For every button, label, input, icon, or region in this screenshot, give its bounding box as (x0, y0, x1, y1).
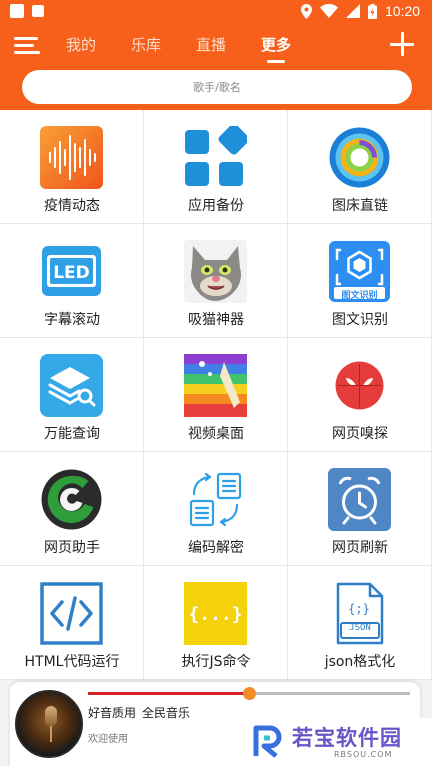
grid-item-web-refresh[interactable]: 网页刷新 (288, 452, 432, 566)
grid-item-label: 应用备份 (188, 198, 244, 214)
progress-fill (88, 692, 249, 695)
json-badge-text: JSON (349, 623, 371, 633)
progress-knob[interactable] (243, 687, 256, 700)
spider-icon (335, 361, 384, 410)
microphone-icon (45, 706, 57, 726)
watermark-text: 若宝软件园 (292, 726, 402, 750)
grid-item-label: 吸猫神器 (188, 312, 244, 328)
watermark-logo-icon (253, 725, 282, 758)
grid-item-label: HTML代码运行 (24, 654, 120, 670)
tab-library[interactable]: 乐库 (131, 34, 161, 55)
alarm-clock-icon (328, 468, 391, 531)
tab-mine[interactable]: 我的 (66, 34, 96, 55)
grid-item-label: 疫情动态 (44, 198, 100, 214)
grid-item-subtitle-scroll[interactable]: LED 字幕滚动 (0, 224, 144, 338)
code-brackets-icon (40, 582, 103, 645)
svg-text:{...}: {...} (188, 604, 242, 625)
grid-item-label: 字幕滚动 (44, 312, 100, 328)
grid-item-label: 图床直链 (332, 198, 388, 214)
grid-item-label: 图文识别 (332, 312, 388, 328)
grid-item-web-assistant[interactable]: 网页助手 (0, 452, 144, 566)
location-icon (300, 3, 312, 19)
json-file-icon: {;} (336, 582, 384, 645)
tools-grid: 疫情动态 应用备份 图床直链 LED 字幕滚动 吸猫神器 图文识别 图文识别 万… (0, 110, 432, 680)
grid-item-universal-query[interactable]: 万能查询 (0, 338, 144, 452)
grid-item-label: 执行JS命令 (181, 654, 251, 670)
swirl-logo-icon (41, 469, 102, 530)
grid-item-run-js[interactable]: {...} 执行JS命令 (144, 566, 288, 680)
search-input[interactable]: 歌手/歌名 (22, 70, 412, 104)
app-root: 10:20 我的 乐库 直播 更多 歌手/歌名 疫情动态 应用备份 图床直链 L… (0, 0, 432, 766)
microphone-stand (50, 726, 52, 742)
led-icon: LED (42, 246, 101, 296)
ocr-badge-text: 图文识别 (341, 291, 378, 301)
progress-bar[interactable] (88, 687, 410, 700)
grid-item-image-hosting[interactable]: 图床直链 (288, 110, 432, 224)
battery-icon (367, 3, 377, 19)
song-info: 好音质用 全民音乐 (88, 704, 190, 721)
grid-item-web-sniff[interactable]: 网页嗅探 (288, 338, 432, 452)
song-quality: 好音质用 (88, 706, 137, 720)
app-notification-icon (32, 5, 44, 17)
grid-item-epidemic[interactable]: 疫情动态 (0, 110, 144, 224)
svg-text:{;}: {;} (348, 602, 370, 616)
grid-item-html-run[interactable]: HTML代码运行 (0, 566, 144, 680)
album-cover[interactable] (15, 690, 83, 758)
ring-logo-icon (329, 127, 390, 188)
rainbow-video-icon (184, 354, 247, 417)
status-time: 10:20 (384, 3, 420, 19)
grid-item-video-wallpaper[interactable]: 视频桌面 (144, 338, 288, 452)
wifi-icon (319, 4, 338, 18)
grid-item-label: 网页嗅探 (332, 426, 388, 442)
grid-item-label: 网页刷新 (332, 540, 388, 556)
grid-item-label: 视频桌面 (188, 426, 244, 442)
grid-item-label: json格式化 (324, 654, 396, 670)
js-braces-icon: {...} (184, 582, 247, 645)
svg-text:LED: LED (53, 263, 90, 283)
status-bar: 10:20 (0, 0, 432, 24)
grid-item-encode-decode[interactable]: 编码解密 (144, 452, 288, 566)
grid-item-ocr[interactable]: 图文识别 图文识别 (288, 224, 432, 338)
grid-item-app-backup[interactable]: 应用备份 (144, 110, 288, 224)
grid-item-label: 编码解密 (188, 540, 244, 556)
grid-item-label: 网页助手 (44, 540, 100, 556)
song-app-name: 全民音乐 (142, 706, 191, 720)
tom-cat-icon (184, 240, 247, 303)
signal-icon (345, 4, 360, 18)
notification-icon (10, 4, 24, 18)
app-grid-icon (185, 126, 247, 186)
watermark-url: RBSOU.COM (334, 750, 393, 759)
menu-icon[interactable] (14, 34, 42, 58)
tab-live[interactable]: 直播 (196, 34, 226, 55)
convert-docs-icon (189, 472, 242, 527)
grid-item-cat[interactable]: 吸猫神器 (144, 224, 288, 338)
add-icon[interactable] (390, 32, 414, 56)
layers-search-icon (40, 354, 103, 417)
player-subtitle: 欢迎使用 (88, 734, 128, 745)
header: 10:20 我的 乐库 直播 更多 歌手/歌名 (0, 0, 432, 110)
top-nav: 我的 乐库 直播 更多 (0, 28, 432, 64)
watermark: 若宝软件园 RBSOU.COM (246, 718, 432, 766)
grid-item-label: 万能查询 (44, 426, 100, 442)
grid-item-json-format[interactable]: {;} JSON json格式化 (288, 566, 432, 680)
tab-more[interactable]: 更多 (261, 34, 291, 63)
soundwave-icon (40, 126, 103, 189)
